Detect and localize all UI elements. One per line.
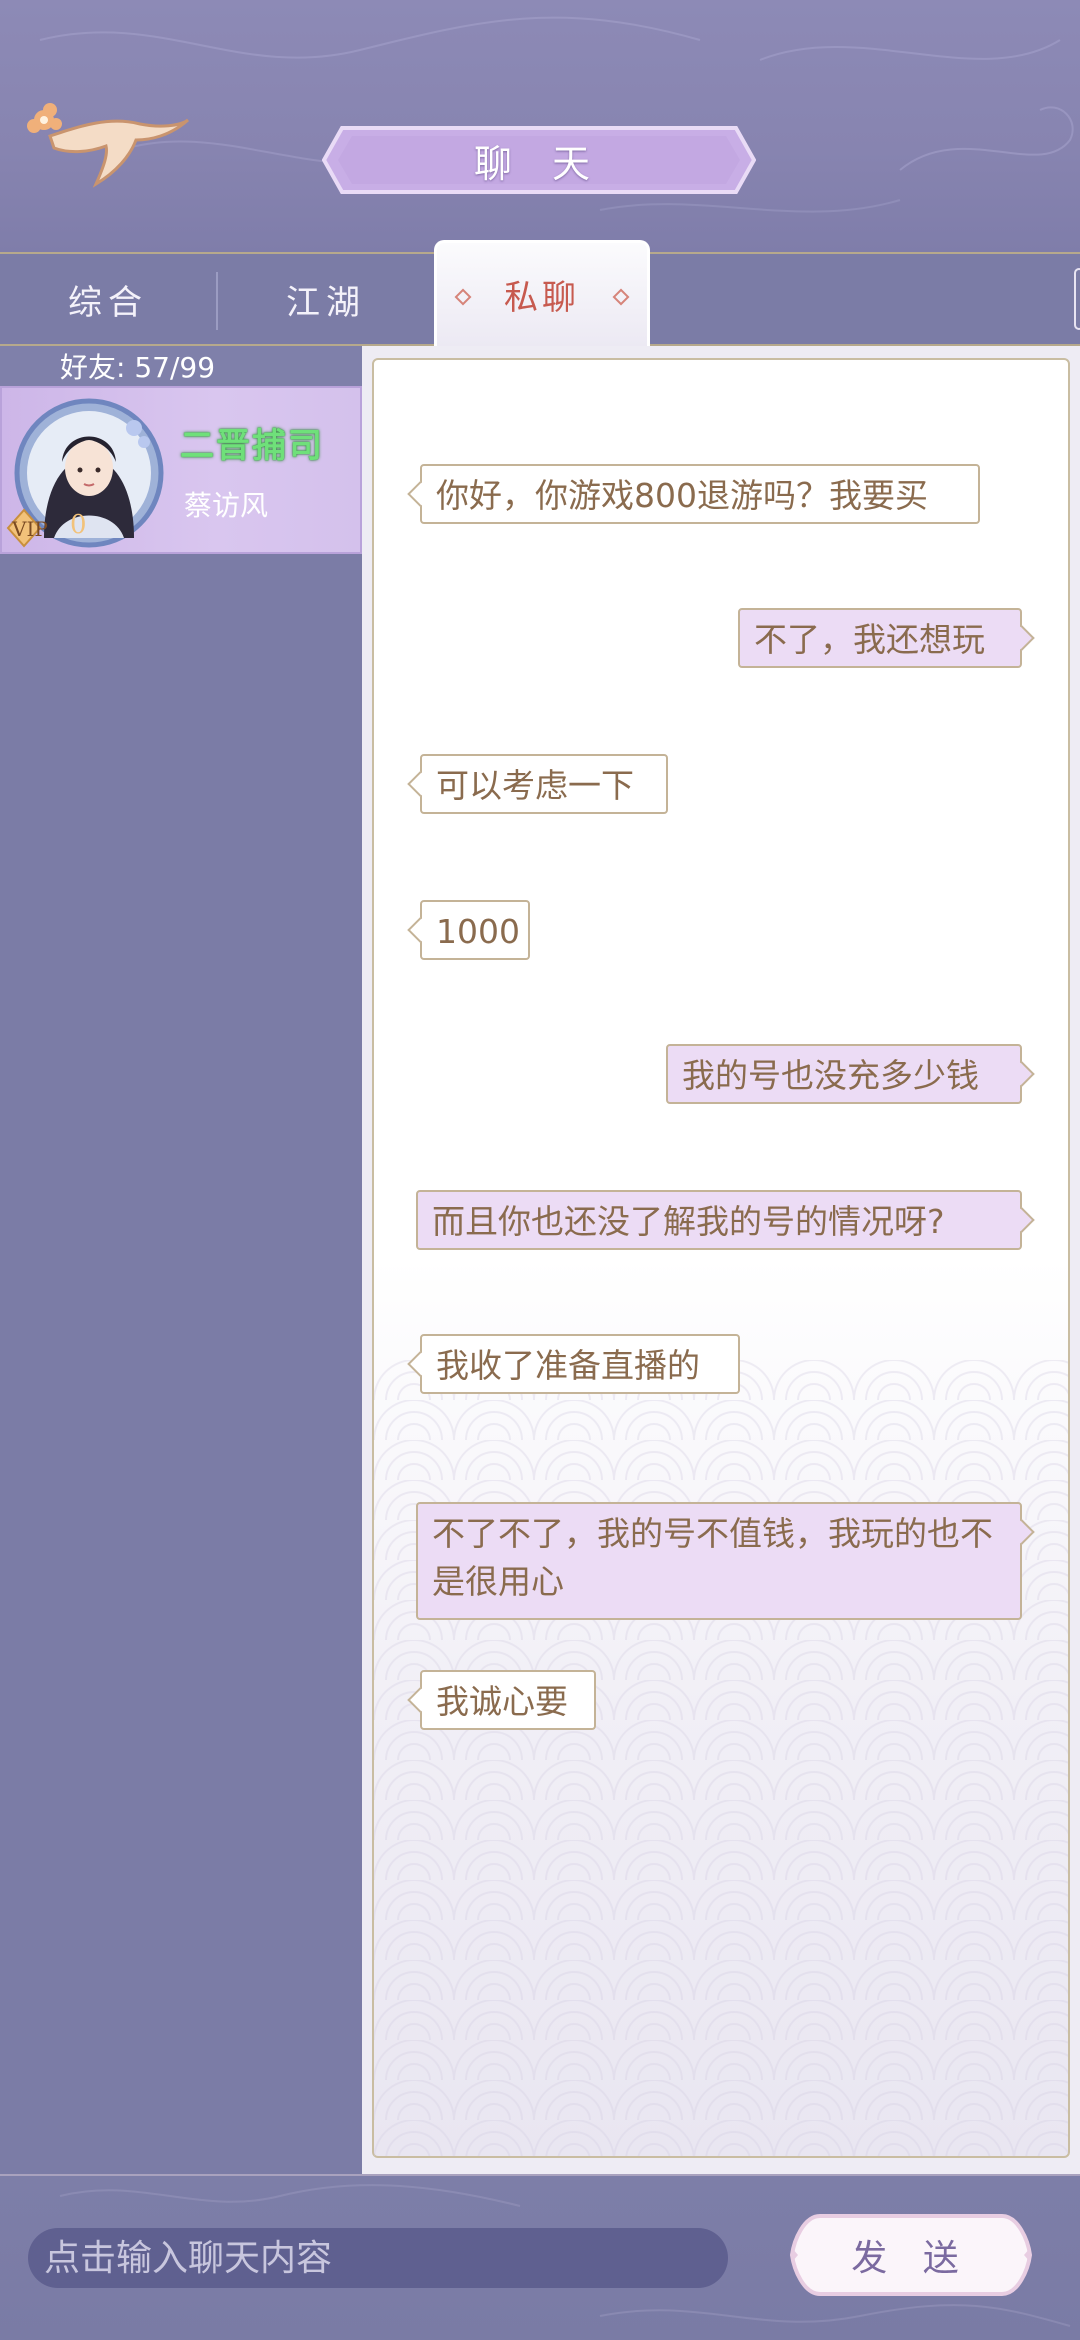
tab-scroll-edge <box>1074 268 1080 330</box>
send-button-label: 发 送 <box>851 2238 971 2279</box>
send-button[interactable]: 发 送 <box>790 2210 1032 2300</box>
message-bubble-incoming: 1000 <box>407 900 530 960</box>
message-text: 我诚心要 <box>436 1682 568 1721</box>
top-header: 聊 天 <box>0 0 1080 252</box>
message-text: 不了，我还想玩 <box>754 620 985 659</box>
vip-level: 0 <box>70 510 87 540</box>
message-bubble-outgoing: 不了不了，我的号不值钱，我玩的也不是很用心 <box>416 1502 1035 1620</box>
message-text: 你好，你游戏800退游吗？我要买 <box>436 476 928 515</box>
message-bubble-incoming: 我收了准备直播的 <box>407 1334 740 1394</box>
chat-input[interactable] <box>28 2228 728 2288</box>
friend-list-item[interactable]: VIP 0 二晋捕司 蔡访风 <box>0 386 362 554</box>
friend-subtitle: 蔡访风 <box>184 489 269 522</box>
message-bubble-outgoing: 不了，我还想玩 <box>738 608 1035 668</box>
message-text: 我的号也没充多少钱 <box>682 1056 979 1095</box>
tab-private-chat[interactable]: 私聊 <box>434 240 650 346</box>
message-bubble-incoming: 我诚心要 <box>407 1670 596 1730</box>
message-text: 不了不了，我的号不值钱，我玩的也不是很用心 <box>432 1514 993 1601</box>
friend-list-panel: 好友: 57/99 VIP 0 二晋捕司 蔡访风 <box>0 346 362 2174</box>
friend-name: 二晋捕司 <box>180 426 324 466</box>
diamond-ornament-icon <box>612 288 630 306</box>
friend-count: 好友: 57/99 <box>0 346 362 386</box>
tab-private-chat-label: 私聊 <box>504 278 580 318</box>
message-text: 而且你也还没了解我的号的情况呀? <box>432 1202 945 1241</box>
message-bubble-incoming: 你好，你游戏800退游吗？我要买 <box>407 464 980 524</box>
svg-text:VIP: VIP <box>11 517 48 541</box>
tab-general[interactable]: 综合 <box>0 254 216 344</box>
swallow-emblem-icon <box>20 96 190 196</box>
message-bubble-outgoing: 我的号也没充多少钱 <box>666 1044 1035 1104</box>
message-text: 我收了准备直播的 <box>436 1346 700 1385</box>
page-title: 聊 天 <box>322 124 756 196</box>
message-bubble-outgoing: 而且你也还没了解我的号的情况呀? <box>416 1190 1035 1250</box>
page-title-label: 聊 天 <box>473 141 605 186</box>
tab-jianghu[interactable]: 江湖 <box>218 254 434 344</box>
vip-badge-icon: VIP 0 <box>6 508 87 548</box>
diamond-ornament-icon <box>454 288 472 306</box>
message-text: 可以考虑一下 <box>436 766 634 805</box>
message-bubble-incoming: 可以考虑一下 <box>407 754 668 814</box>
chat-input-bar: 发 送 <box>0 2174 1080 2340</box>
message-text: 1000 <box>436 912 520 951</box>
